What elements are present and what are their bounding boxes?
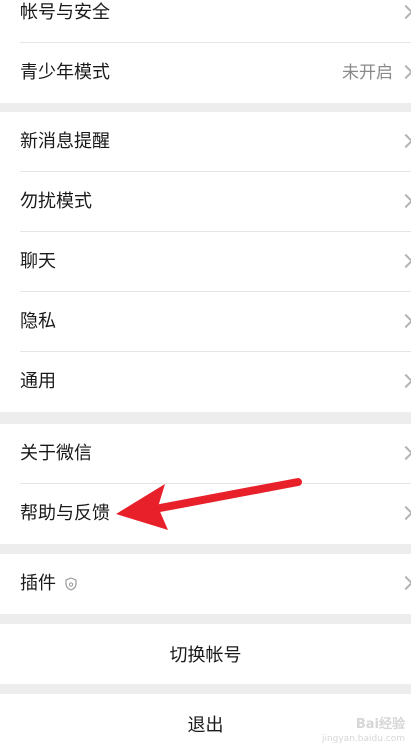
chevron-right-icon bbox=[398, 373, 411, 389]
about-wechat-label: 关于微信 bbox=[20, 443, 92, 464]
settings-group-general: 新消息提醒 勿扰模式 聊天 隐私 通用 bbox=[0, 112, 411, 412]
teen-mode-label: 青少年模式 bbox=[20, 62, 110, 83]
privacy-label: 隐私 bbox=[20, 311, 56, 332]
chevron-right-icon bbox=[398, 253, 411, 269]
chevron-right-icon bbox=[398, 64, 411, 80]
baidu-watermark: Bai经验 jingyan.baidu.com bbox=[322, 717, 405, 747]
help-feedback-label: 帮助与反馈 bbox=[20, 503, 110, 524]
chevron-right-icon bbox=[398, 313, 411, 329]
chevron-right-icon bbox=[398, 505, 411, 521]
new-message-alert-label: 新消息提醒 bbox=[20, 131, 110, 152]
watermark-url: jingyan.baidu.com bbox=[321, 734, 405, 744]
about-wechat-row[interactable]: 关于微信 bbox=[0, 424, 411, 484]
teen-mode-status: 未开启 bbox=[342, 63, 393, 83]
chat-row[interactable]: 聊天 bbox=[0, 232, 411, 292]
shield-icon bbox=[65, 577, 77, 591]
account-security-label: 帐号与安全 bbox=[20, 2, 110, 23]
do-not-disturb-row[interactable]: 勿扰模式 bbox=[0, 172, 411, 232]
general-row[interactable]: 通用 bbox=[0, 352, 411, 412]
settings-group-about: 关于微信 帮助与反馈 bbox=[0, 424, 411, 544]
switch-account-card: 切换帐号 bbox=[0, 624, 411, 684]
privacy-row[interactable]: 隐私 bbox=[0, 292, 411, 352]
settings-group-account: 帐号与安全 青少年模式 未开启 bbox=[0, 0, 411, 103]
settings-group-plugins: 插件 bbox=[0, 554, 411, 614]
new-message-alert-row[interactable]: 新消息提醒 bbox=[0, 112, 411, 172]
chevron-right-icon bbox=[398, 193, 411, 209]
chevron-right-icon bbox=[398, 445, 411, 461]
plugins-label: 插件 bbox=[20, 573, 56, 594]
chevron-right-icon bbox=[398, 133, 411, 149]
do-not-disturb-label: 勿扰模式 bbox=[20, 191, 92, 212]
watermark-brand: Bai经验 bbox=[355, 717, 405, 732]
chat-label: 聊天 bbox=[20, 251, 56, 272]
switch-account-button[interactable]: 切换帐号 bbox=[0, 624, 411, 684]
help-feedback-row[interactable]: 帮助与反馈 bbox=[0, 484, 411, 544]
general-label: 通用 bbox=[20, 371, 56, 392]
plugins-row[interactable]: 插件 bbox=[0, 554, 411, 614]
teen-mode-row[interactable]: 青少年模式 未开启 bbox=[0, 43, 411, 103]
chevron-right-icon bbox=[398, 575, 411, 591]
chevron-right-icon bbox=[398, 4, 411, 20]
account-security-row[interactable]: 帐号与安全 bbox=[0, 0, 411, 43]
